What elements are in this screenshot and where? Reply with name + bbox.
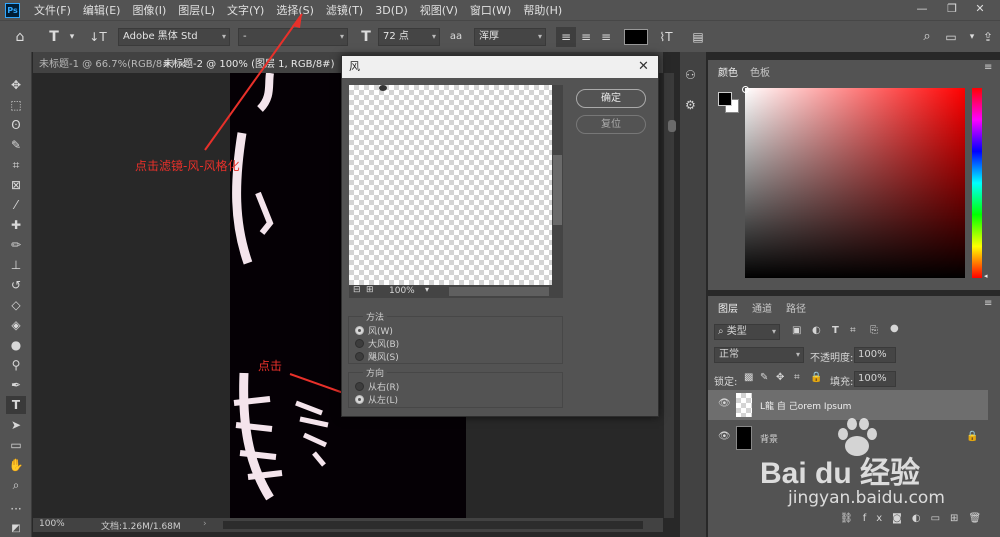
reset-button[interactable]: 复位 — [576, 115, 646, 134]
filter-adjustment-icon[interactable]: ◐ — [812, 325, 821, 336]
baidu-watermark: Bai du 经验 jingyan.baidu.com — [760, 418, 970, 518]
properties-panel-icon[interactable]: ⚙ — [685, 98, 696, 112]
radio-icon[interactable] — [355, 326, 364, 335]
search-icon: ⌕ — [718, 326, 724, 337]
annotation-filter-hint: 点击滤镜-风-风格化 — [135, 159, 240, 173]
chevron-down-icon[interactable]: ▾ — [425, 285, 429, 294]
filter-shape-icon[interactable]: ⌗ — [850, 325, 856, 336]
radio-icon[interactable] — [355, 382, 364, 391]
direction-from-left-option[interactable]: 从左(L) — [355, 393, 398, 406]
layer-thumbnail — [736, 393, 752, 417]
chevron-down-icon: ▾ — [771, 327, 776, 336]
preview-zoom-bar: ⊟ ⊞ 100% ▾ — [349, 285, 563, 298]
method-blast-option[interactable]: 大风(B) — [355, 337, 399, 350]
lock-label: 锁定: — [714, 377, 738, 388]
dialog-title-bar: 风 ✕ — [342, 56, 658, 78]
delete-layer-icon[interactable]: 🗑 — [968, 513, 991, 524]
layer-filter-value: 类型 — [726, 326, 747, 337]
preview-zoom-value: 100% — [389, 286, 415, 296]
lock-all-icon[interactable]: 🔒 — [810, 372, 822, 383]
layer-thumbnail — [736, 426, 752, 450]
chevron-down-icon: ▾ — [795, 350, 800, 359]
hue-slider[interactable] — [972, 88, 982, 278]
tab-paths[interactable]: 路径 — [786, 300, 806, 315]
filter-type-icon[interactable]: T — [832, 325, 839, 336]
close-icon[interactable]: ✕ — [638, 56, 649, 78]
method-group: 方法 风(W) 大风(B) 飓风(S) — [348, 310, 563, 364]
color-panel: 颜色 色板 ≡ ◂ — [708, 60, 1000, 290]
option-label: 大风(B) — [368, 340, 400, 350]
tab-swatches[interactable]: 色板 — [750, 64, 770, 79]
tab-color[interactable]: 颜色 — [718, 64, 738, 79]
tab-channels[interactable]: 通道 — [752, 300, 772, 315]
filter-toggle-icon[interactable]: ● — [890, 323, 899, 334]
dialog-title: 风 — [349, 60, 360, 73]
panel-menu-icon[interactable]: ≡ — [984, 298, 992, 309]
method-group-title: 方法 — [363, 310, 388, 323]
radio-icon[interactable] — [355, 352, 364, 361]
hue-slider-handle[interactable]: ◂ — [984, 272, 988, 280]
opacity-input[interactable]: 100% — [854, 347, 896, 363]
color-picker-cursor[interactable] — [742, 86, 749, 93]
color-field[interactable] — [745, 88, 965, 278]
direction-group-title: 方向 — [363, 366, 388, 379]
opacity-label: 不透明度: — [810, 353, 854, 364]
method-wind-option[interactable]: 风(W) — [355, 324, 393, 337]
radio-icon[interactable] — [355, 339, 364, 348]
layer-name: L龍 自 己orem Ipsum — [760, 402, 852, 412]
watermark-brand: Bai du 经验 — [760, 457, 921, 490]
option-label: 风(W) — [368, 327, 393, 337]
lock-pixels-icon[interactable]: ✎ — [760, 372, 768, 383]
lock-artboard-icon[interactable]: ⌗ — [794, 372, 800, 383]
panel-icon-strip: ⚇ ⚙ — [680, 52, 706, 537]
filter-preview[interactable] — [349, 85, 552, 285]
dialog-scroll-indicator — [668, 120, 676, 132]
method-stagger-option[interactable]: 飓风(S) — [355, 350, 399, 363]
radio-icon[interactable] — [355, 395, 364, 404]
watermark-url: jingyan.baidu.com — [788, 488, 945, 508]
annotation-click-hint: 点击 — [258, 359, 283, 373]
history-panel-icon[interactable]: ⚇ — [685, 68, 696, 82]
preview-mark — [379, 85, 387, 91]
fill-label: 填充: — [830, 377, 854, 388]
preview-vertical-scrollbar[interactable] — [552, 85, 563, 285]
blend-mode-value: 正常 — [719, 349, 739, 360]
tab-layers[interactable]: 图层 — [718, 300, 738, 315]
layer-filter-select[interactable]: ⌕ 类型 ▾ — [714, 324, 780, 340]
visibility-eye-icon[interactable]: 👁 — [718, 431, 731, 442]
wind-filter-dialog: 风 ✕ ⊟ ⊞ 100% ▾ 确定 复位 方法 风(W) 大风(B) 飓风(S)… — [341, 55, 676, 417]
direction-group: 方向 从右(R) 从左(L) — [348, 366, 563, 408]
filter-pixel-icon[interactable]: ▣ — [792, 325, 801, 336]
fill-input[interactable]: 100% — [854, 371, 896, 387]
option-label: 飓风(S) — [368, 353, 399, 363]
foreground-color-swatch[interactable] — [718, 92, 732, 106]
scrollbar-thumb[interactable] — [553, 155, 562, 225]
direction-from-right-option[interactable]: 从右(R) — [355, 380, 399, 393]
preview-horizontal-scrollbar[interactable] — [449, 287, 549, 296]
panel-menu-icon[interactable]: ≡ — [984, 62, 992, 73]
option-label: 从右(R) — [368, 383, 400, 393]
visibility-eye-icon[interactable]: 👁 — [718, 398, 731, 409]
option-label: 从左(L) — [368, 396, 399, 406]
lock-position-icon[interactable]: ✥ — [776, 372, 784, 383]
filter-smart-object-icon[interactable]: ⎘ — [870, 325, 878, 336]
zoom-in-icon[interactable]: ⊞ — [366, 285, 374, 295]
zoom-out-icon[interactable]: ⊟ — [353, 285, 361, 295]
ok-button[interactable]: 确定 — [576, 89, 646, 108]
blend-mode-select[interactable]: 正常 ▾ — [714, 347, 804, 363]
lock-transparent-icon[interactable]: ▩ — [744, 372, 753, 383]
